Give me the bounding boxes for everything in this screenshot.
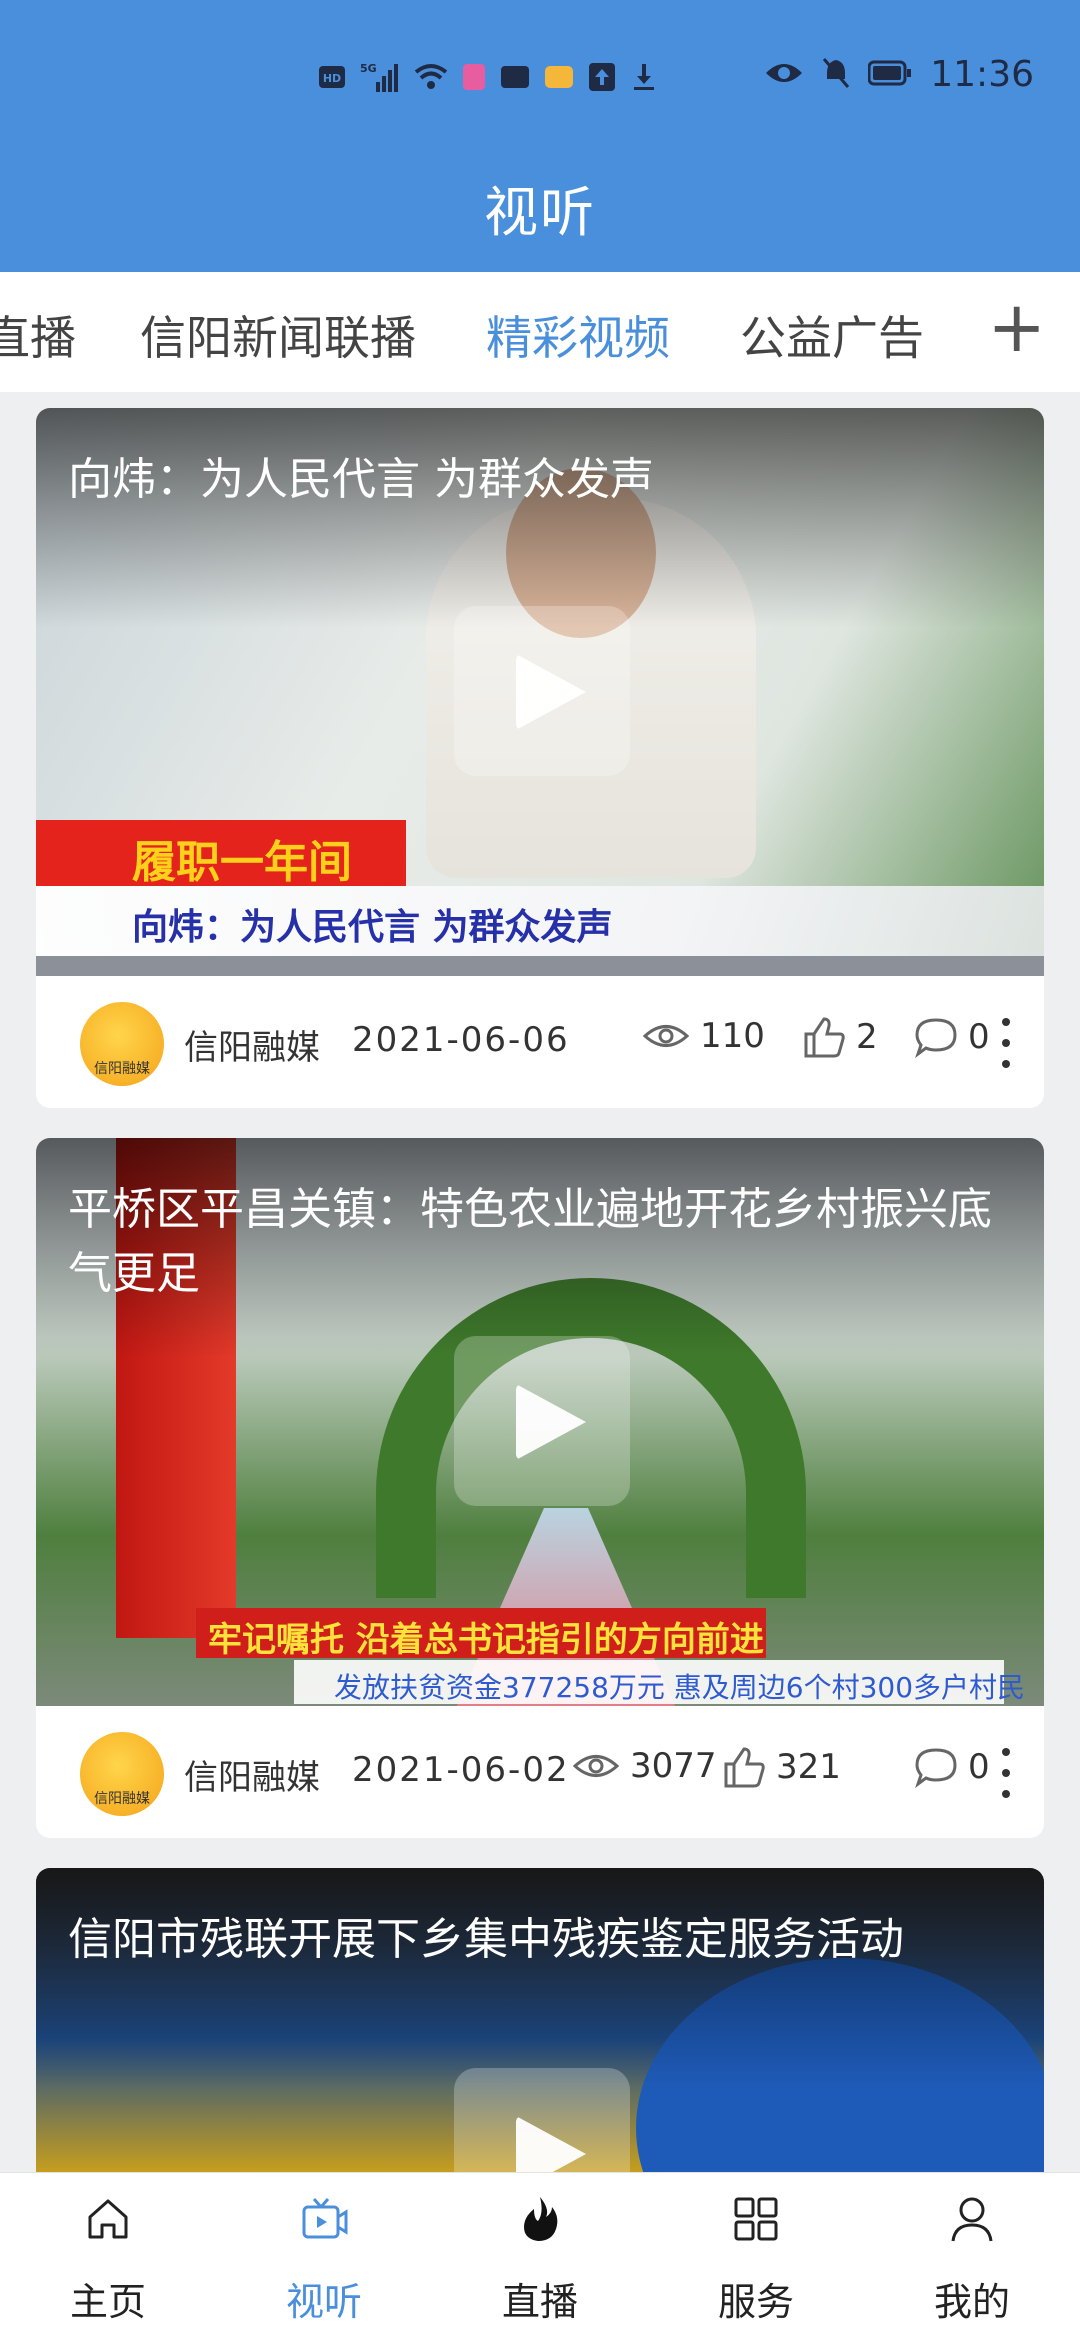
- wifi-icon: [414, 60, 448, 94]
- nav-live[interactable]: 直播: [432, 2173, 648, 2340]
- more-options-icon[interactable]: [1002, 1748, 1014, 1798]
- tab-featured-videos[interactable]: 精彩视频: [486, 302, 670, 368]
- app-header: HD 5G 11:36 视听: [0, 0, 1080, 272]
- source-name: 信阳融媒: [184, 1758, 320, 1798]
- nav-home[interactable]: 主页: [0, 2173, 216, 2340]
- play-icon[interactable]: [454, 2068, 630, 2172]
- avatar: 信阳融媒: [80, 1732, 164, 1816]
- video-meta: 信阳融媒 信阳融媒 2021-06-02 3077 321 0: [36, 1706, 1044, 1838]
- nav-audio-video[interactable]: 视听: [216, 2173, 432, 2340]
- view-count: 3077: [572, 1746, 717, 1786]
- publish-date: 2021-06-02: [352, 1750, 570, 1790]
- nav-audio-video-label: 视听: [285, 2280, 362, 2324]
- tab-live[interactable]: 直播: [0, 302, 76, 368]
- video-feed[interactable]: 履职一年间 向炜：为人民代言 为群众发声 向炜：为人民代言 为群众发声 信阳融媒…: [0, 392, 1080, 2172]
- tv-video-icon: [302, 2198, 348, 2239]
- caption-banner-red: 履职一年间: [36, 820, 406, 888]
- download-icon: [630, 60, 658, 94]
- svg-text:5G: 5G: [360, 62, 377, 75]
- video-card[interactable]: 履职一年间 向炜：为人民代言 为群众发声 向炜：为人民代言 为群众发声 信阳融媒…: [36, 408, 1044, 1108]
- video-meta: 信阳融媒 信阳融媒 2021-06-06 110 2 0: [36, 976, 1044, 1108]
- app-notification-icon: [462, 60, 486, 94]
- like-button[interactable]: 321: [722, 1746, 841, 1788]
- upload-icon: [588, 60, 616, 94]
- nav-services[interactable]: 服务: [648, 2173, 864, 2340]
- mute-bell-icon: [822, 57, 850, 93]
- caption-strip: [36, 956, 1044, 976]
- caption-banner-blue: 向炜：为人民代言 为群众发声: [36, 886, 1044, 956]
- tab-xinyang-news[interactable]: 信阳新闻联播: [140, 302, 416, 368]
- video-title: 向炜：为人民代言 为群众发声: [68, 454, 654, 505]
- source-name: 信阳融媒: [184, 1028, 320, 1068]
- play-icon[interactable]: [454, 606, 630, 776]
- caption-banner-blue: 发放扶贫资金377258万元 惠及周边6个村300多户村民: [294, 1660, 1025, 1704]
- status-bar: HD 5G 11:36: [0, 52, 1080, 108]
- comment-icon: [915, 1748, 957, 1788]
- comment-button[interactable]: 0: [914, 1016, 990, 1058]
- grid-icon: [734, 2197, 778, 2241]
- hd-icon: HD: [318, 60, 346, 94]
- battery-icon: [867, 60, 912, 90]
- user-icon: [951, 2197, 993, 2242]
- fire-icon: [524, 2197, 558, 2241]
- view-count: 110: [642, 1016, 765, 1056]
- channel-tabs: 直播 信阳新闻联播 精彩视频 公益广告 +: [0, 272, 1080, 392]
- thumbs-up-icon: [804, 1017, 845, 1058]
- video-card[interactable]: TV 信阳市残联开展下乡集中残疾鉴定服务活动: [36, 1868, 1044, 2172]
- video-thumbnail[interactable]: 履职一年间 向炜：为人民代言 为群众发声 向炜：为人民代言 为群众发声: [36, 408, 1044, 976]
- clock: 11:36: [930, 54, 1034, 95]
- video-thumbnail[interactable]: TV 信阳市残联开展下乡集中残疾鉴定服务活动: [36, 1868, 1044, 2172]
- tab-public-ads[interactable]: 公益广告: [740, 302, 924, 368]
- avatar: 信阳融媒: [80, 1002, 164, 1086]
- page-title: 视听: [484, 181, 596, 244]
- signal-icon: 5G: [360, 60, 400, 94]
- eye-comfort-icon: [764, 59, 804, 91]
- video-title: 平桥区平昌关镇：特色农业遍地开花乡村振兴底气更足: [68, 1184, 992, 1299]
- more-options-icon[interactable]: [1002, 1018, 1014, 1068]
- thumbs-up-icon: [724, 1747, 765, 1788]
- video-card[interactable]: 牢记嘱托 沿着总书记指引的方向前进 发放扶贫资金377258万元 惠及周边6个村…: [36, 1138, 1044, 1838]
- play-icon[interactable]: [454, 1336, 630, 1506]
- title-gradient: [36, 408, 1044, 628]
- home-icon: [88, 2199, 128, 2239]
- nav-live-label: 直播: [501, 2280, 578, 2324]
- mail-icon: [500, 60, 530, 94]
- video-title: 信阳市残联开展下乡集中残疾鉴定服务活动: [68, 1914, 904, 1965]
- nav-home-label: 主页: [69, 2280, 146, 2324]
- svg-text:HD: HD: [323, 72, 341, 85]
- comment-button[interactable]: 0: [914, 1746, 990, 1788]
- eye-icon: [572, 1755, 620, 1777]
- add-channel-button[interactable]: +: [987, 292, 1046, 362]
- market-icon: [544, 60, 574, 94]
- nav-services-label: 服务: [717, 2280, 794, 2324]
- title-gradient: [36, 1868, 1044, 2088]
- bottom-nav: 主页 视听 直播 服务 我的: [0, 2172, 1080, 2340]
- publish-date: 2021-06-06: [352, 1020, 570, 1060]
- comment-icon: [915, 1018, 957, 1058]
- video-thumbnail[interactable]: 牢记嘱托 沿着总书记指引的方向前进 发放扶贫资金377258万元 惠及周边6个村…: [36, 1138, 1044, 1706]
- nav-mine-label: 我的: [933, 2280, 1010, 2324]
- like-button[interactable]: 2: [802, 1016, 878, 1058]
- nav-mine[interactable]: 我的: [864, 2173, 1080, 2340]
- eye-icon: [642, 1025, 690, 1047]
- caption-banner-red: 牢记嘱托 沿着总书记指引的方向前进: [196, 1608, 766, 1660]
